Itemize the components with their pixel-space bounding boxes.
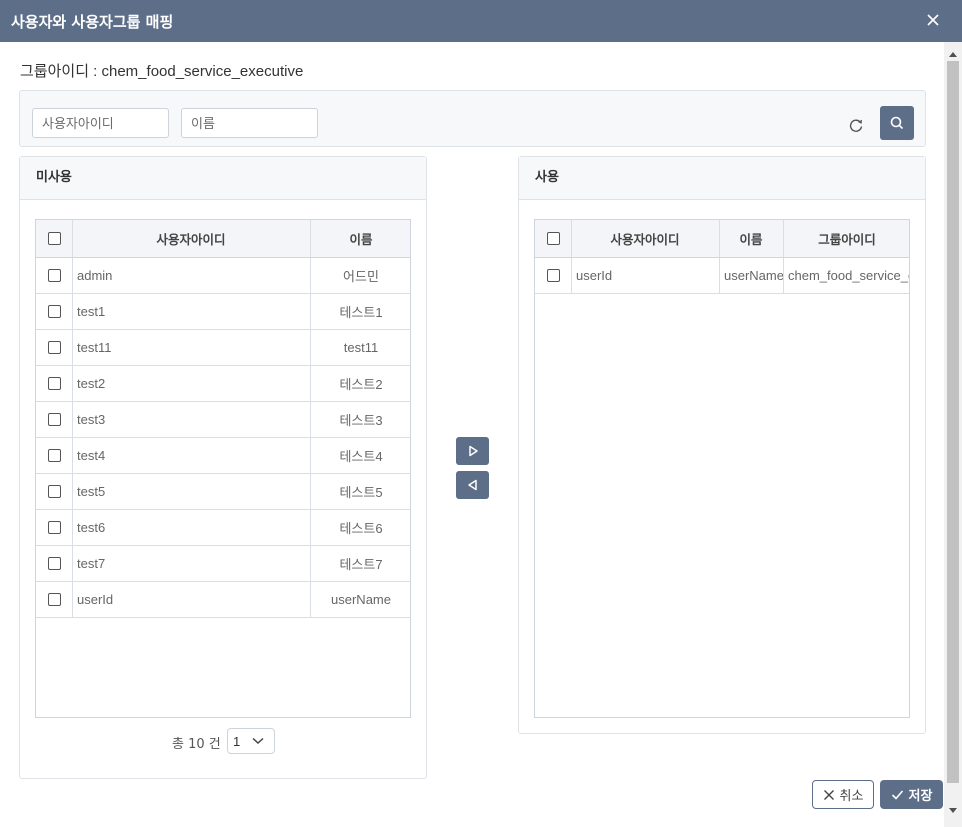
- unused-col-name[interactable]: 이름: [310, 220, 410, 257]
- user-id-cell: test1: [77, 304, 106, 319]
- dialog-title: 사용자와 사용자그룹 매핑: [11, 12, 174, 31]
- user-id-cell: test4: [77, 448, 106, 463]
- name-cell: 어드민: [343, 269, 379, 284]
- unused-users-panel: 미사용 사용자아이디 이름 admin 어드민 test1 테스트1 test11 tes…: [19, 156, 427, 779]
- close-icon: [823, 789, 834, 800]
- user-id-cell: test11: [77, 340, 112, 355]
- name-cell: userName: [331, 592, 391, 607]
- triangle-left-icon: [467, 479, 477, 491]
- name-cell: 테스트2: [339, 377, 383, 392]
- dialog-scrollbar[interactable]: [944, 42, 962, 827]
- row-checkbox[interactable]: [47, 341, 61, 354]
- page-select[interactable]: 1: [227, 728, 275, 754]
- search-panel: [19, 90, 926, 147]
- name-search-input[interactable]: [181, 108, 318, 138]
- row-checkbox[interactable]: [47, 593, 61, 606]
- row-checkbox[interactable]: [47, 449, 61, 462]
- name-cell: 테스트1: [339, 305, 383, 320]
- used-users-grid: 사용자아이디 이름 그룹아이디 userId userName chem_food_…: [534, 219, 910, 718]
- unused-col-user-id[interactable]: 사용자아이디: [72, 220, 310, 257]
- group-id-label: 그룹아이디 : chem_food_service_executive: [20, 63, 304, 80]
- used-select-all-checkbox[interactable]: [546, 232, 560, 245]
- unused-table-row[interactable]: admin 어드민: [36, 258, 410, 294]
- row-checkbox[interactable]: [47, 269, 61, 282]
- move-to-used-button[interactable]: [456, 437, 489, 465]
- user-id-search-input[interactable]: [32, 108, 169, 138]
- user-id-cell: test6: [77, 520, 106, 535]
- row-checkbox[interactable]: [47, 485, 61, 498]
- unused-table-row[interactable]: test6 테스트6: [36, 510, 410, 546]
- unused-table-row[interactable]: userId userName: [36, 582, 410, 618]
- name-cell: 테스트4: [339, 449, 383, 464]
- user-id-cell: test3: [77, 412, 106, 427]
- row-checkbox[interactable]: [47, 305, 61, 318]
- unused-table-row[interactable]: test11 test11: [36, 330, 410, 366]
- unused-table-row[interactable]: test3 테스트3: [36, 402, 410, 438]
- search-button[interactable]: [880, 106, 914, 140]
- scroll-thumb[interactable]: [947, 61, 959, 783]
- unused-users-grid: 사용자아이디 이름 admin 어드민 test1 테스트1 test11 test11 t…: [35, 219, 411, 718]
- unused-panel-title: 미사용: [20, 157, 426, 200]
- scroll-up-icon[interactable]: [949, 52, 957, 57]
- name-cell: userName: [724, 268, 783, 283]
- search-icon: [890, 116, 904, 130]
- user-id-cell: test2: [77, 376, 106, 391]
- user-id-cell: userId: [77, 592, 114, 607]
- check-icon: [891, 789, 903, 800]
- used-col-group-id[interactable]: 그룹아이디: [783, 220, 909, 257]
- move-to-unused-button[interactable]: [456, 471, 489, 499]
- name-cell: 테스트7: [339, 557, 383, 572]
- user-id-cell: test7: [77, 556, 106, 571]
- used-grid-header: 사용자아이디 이름 그룹아이디: [535, 220, 909, 258]
- unused-table-row[interactable]: test7 테스트7: [36, 546, 410, 582]
- used-col-name[interactable]: 이름: [719, 220, 783, 257]
- triangle-right-icon: [468, 445, 478, 457]
- dialog-titlebar: 사용자와 사용자그룹 매핑: [0, 0, 962, 42]
- refresh-icon[interactable]: [846, 115, 866, 135]
- row-checkbox[interactable]: [47, 413, 61, 426]
- cancel-button[interactable]: 취소: [812, 780, 874, 809]
- used-col-user-id[interactable]: 사용자아이디: [571, 220, 719, 257]
- unused-table-row[interactable]: test2 테스트2: [36, 366, 410, 402]
- scroll-down-icon[interactable]: [949, 808, 957, 813]
- used-table-row[interactable]: userId userName chem_food_service_executiv…: [535, 258, 909, 294]
- unused-pager: 총 10 건 1: [20, 728, 427, 754]
- row-checkbox[interactable]: [47, 377, 61, 390]
- row-checkbox[interactable]: [546, 269, 560, 282]
- unused-table-row[interactable]: test5 테스트5: [36, 474, 410, 510]
- name-cell: 테스트5: [339, 485, 383, 500]
- user-id-cell: test5: [77, 484, 106, 499]
- unused-table-row[interactable]: test1 테스트1: [36, 294, 410, 330]
- name-cell: 테스트6: [339, 521, 383, 536]
- chevron-down-icon: [252, 737, 264, 745]
- unused-grid-header: 사용자아이디 이름: [36, 220, 410, 258]
- name-cell: 테스트3: [339, 413, 383, 428]
- total-count: 총 10 건: [172, 737, 221, 752]
- user-id-cell: userId: [576, 268, 613, 283]
- row-checkbox[interactable]: [47, 521, 61, 534]
- unused-table-row[interactable]: test4 테스트4: [36, 438, 410, 474]
- used-users-panel: 사용 사용자아이디 이름 그룹아이디 userId userName chem_fo…: [518, 156, 926, 734]
- used-panel-title: 사용: [519, 157, 925, 200]
- save-button[interactable]: 저장: [880, 780, 943, 809]
- name-cell: test11: [343, 340, 379, 355]
- unused-select-all-checkbox[interactable]: [47, 232, 61, 245]
- group-id-cell: chem_food_service_executive: [788, 268, 909, 283]
- row-checkbox[interactable]: [47, 557, 61, 570]
- user-id-cell: admin: [77, 268, 113, 283]
- close-icon[interactable]: [924, 11, 942, 29]
